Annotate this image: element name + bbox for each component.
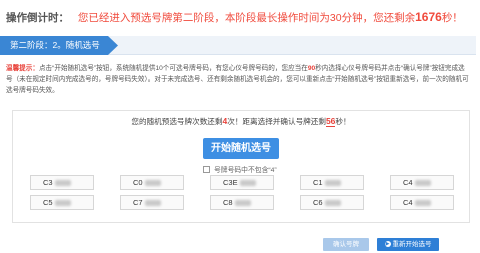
selection-panel: 您的随机预选号牌次数还剩4次！距离选择并确认号牌还剩56秒！ 开始随机选号 号牌…: [12, 110, 470, 223]
countdown-bar: 操作倒计时： 您已经进入预选号牌第二阶段，本阶段最长操作时间为30分钟，您还剩余…: [6, 7, 474, 27]
plate-prefix: C4: [403, 178, 413, 187]
remaining-count-row: 您的随机预选号牌次数还剩4次！距离选择并确认号牌还剩56秒！: [13, 116, 469, 127]
plate-redacted: [414, 200, 431, 207]
plate-redacted: [144, 200, 161, 207]
plate-prefix: C7: [133, 198, 143, 207]
plate-option[interactable]: C4: [390, 175, 454, 190]
plate-redacted: [54, 200, 71, 207]
countdown-label: 操作倒计时：: [6, 12, 69, 24]
plate-prefix: C6: [313, 198, 323, 207]
exclude-four-label: 号牌号码中不包含“4”: [214, 167, 277, 174]
start-random-select-button[interactable]: 开始随机选号: [203, 138, 279, 159]
exclude-four-filter[interactable]: 号牌号码中不包含“4”: [203, 164, 277, 174]
plate-prefix: C8: [223, 198, 233, 207]
plate-prefix: C1: [313, 178, 323, 187]
plate-redacted: [144, 180, 161, 187]
countdown-suffix: 秒！: [441, 12, 463, 24]
plate-prefix: C0: [133, 178, 143, 187]
plate-option[interactable]: C6: [300, 195, 364, 210]
count-suffix: 秒！: [335, 117, 351, 126]
restart-select-button[interactable]: ▶ 重新开始选号: [377, 238, 439, 251]
plate-option[interactable]: C3: [30, 175, 94, 190]
restart-select-label: 重新开始选号: [392, 241, 432, 248]
arrow-icon: ▶: [384, 241, 391, 248]
exclude-four-checkbox[interactable]: [203, 165, 210, 173]
plate-option[interactable]: C5: [30, 195, 94, 210]
notice-label: 温馨提示：: [6, 65, 39, 72]
countdown-text: 您已经进入预选号牌第二阶段，本阶段最长操作时间为30分钟，您还剩余: [77, 12, 416, 24]
plate-option[interactable]: C7: [120, 195, 184, 210]
remaining-seconds: 56: [325, 116, 336, 127]
countdown-seconds: 1676: [415, 10, 442, 24]
count-mid: 次！距离选择并确认号牌还剩: [227, 117, 326, 126]
plate-option[interactable]: C3E: [210, 175, 274, 190]
plate-redacted: [414, 180, 431, 187]
plate-redacted: [324, 180, 341, 187]
plate-prefix: C5: [43, 198, 53, 207]
plate-redacted: [234, 200, 251, 207]
step-banner: 第二阶段：2。随机选号: [0, 36, 476, 55]
plate-option[interactable]: C8: [210, 195, 274, 210]
step-tag: 第二阶段：2。随机选号: [0, 36, 118, 55]
plate-option[interactable]: C4: [390, 195, 454, 210]
count-prefix: 您的随机预选号牌次数还剩: [131, 117, 223, 126]
plate-option[interactable]: C0: [120, 175, 184, 190]
plate-redacted: [239, 180, 256, 187]
plate-prefix: C3: [43, 178, 53, 187]
notice-text: 温馨提示：点击“开始随机选号”按钮，系统随机提供10个可选号牌号码，有您心仪号牌…: [6, 63, 470, 96]
plate-option[interactable]: C1: [300, 175, 364, 190]
plate-prefix: C4: [403, 198, 413, 207]
plate-redacted: [54, 180, 71, 187]
confirm-plate-button[interactable]: 确认号牌: [323, 238, 369, 251]
notice-part1: 点击“开始随机选号”按钮，系统随机提供10个可选号牌号码，有您心仪号牌号码的，您…: [38, 65, 308, 72]
plate-prefix: C3E: [223, 178, 238, 187]
plate-redacted: [324, 200, 341, 207]
